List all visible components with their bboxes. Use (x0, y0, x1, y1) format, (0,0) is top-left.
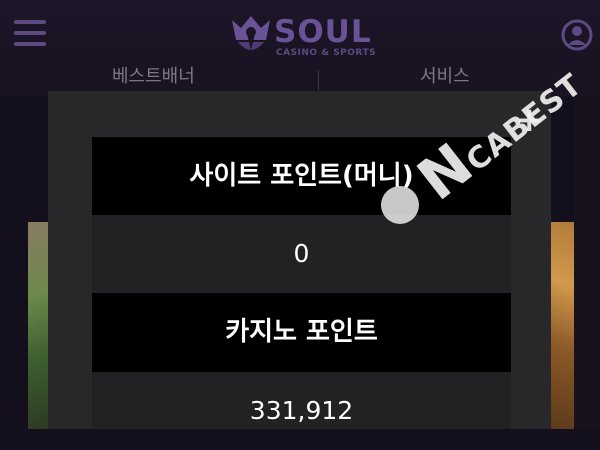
background-banner-right (550, 222, 574, 429)
app-header: SOUL CASINO & SPORTS (0, 0, 600, 70)
panel-divider (92, 293, 511, 298)
user-icon[interactable] (560, 18, 594, 52)
casino-points-title: 카지노 포인트 (225, 317, 378, 347)
tab-best-banner: 베스트배너 (112, 66, 195, 87)
casino-points-value: 331,912 (92, 372, 511, 429)
crown-logo-icon (232, 16, 270, 50)
tab-service: 서비스 (420, 66, 470, 87)
hamburger-menu-icon[interactable] (14, 17, 46, 51)
background-side-panel (574, 96, 600, 429)
logo-wordmark: SOUL (274, 14, 372, 50)
logo-subtitle: CASINO & SPORTS (276, 48, 377, 58)
points-panel: 사이트 포인트(머니) 0 카지노 포인트 331,912 (92, 137, 511, 429)
site-logo[interactable]: SOUL CASINO & SPORTS (228, 10, 378, 60)
site-points-value: 0 (92, 215, 511, 293)
site-points-title: 사이트 포인트(머니) (189, 161, 414, 191)
background-banner-left (28, 222, 48, 429)
